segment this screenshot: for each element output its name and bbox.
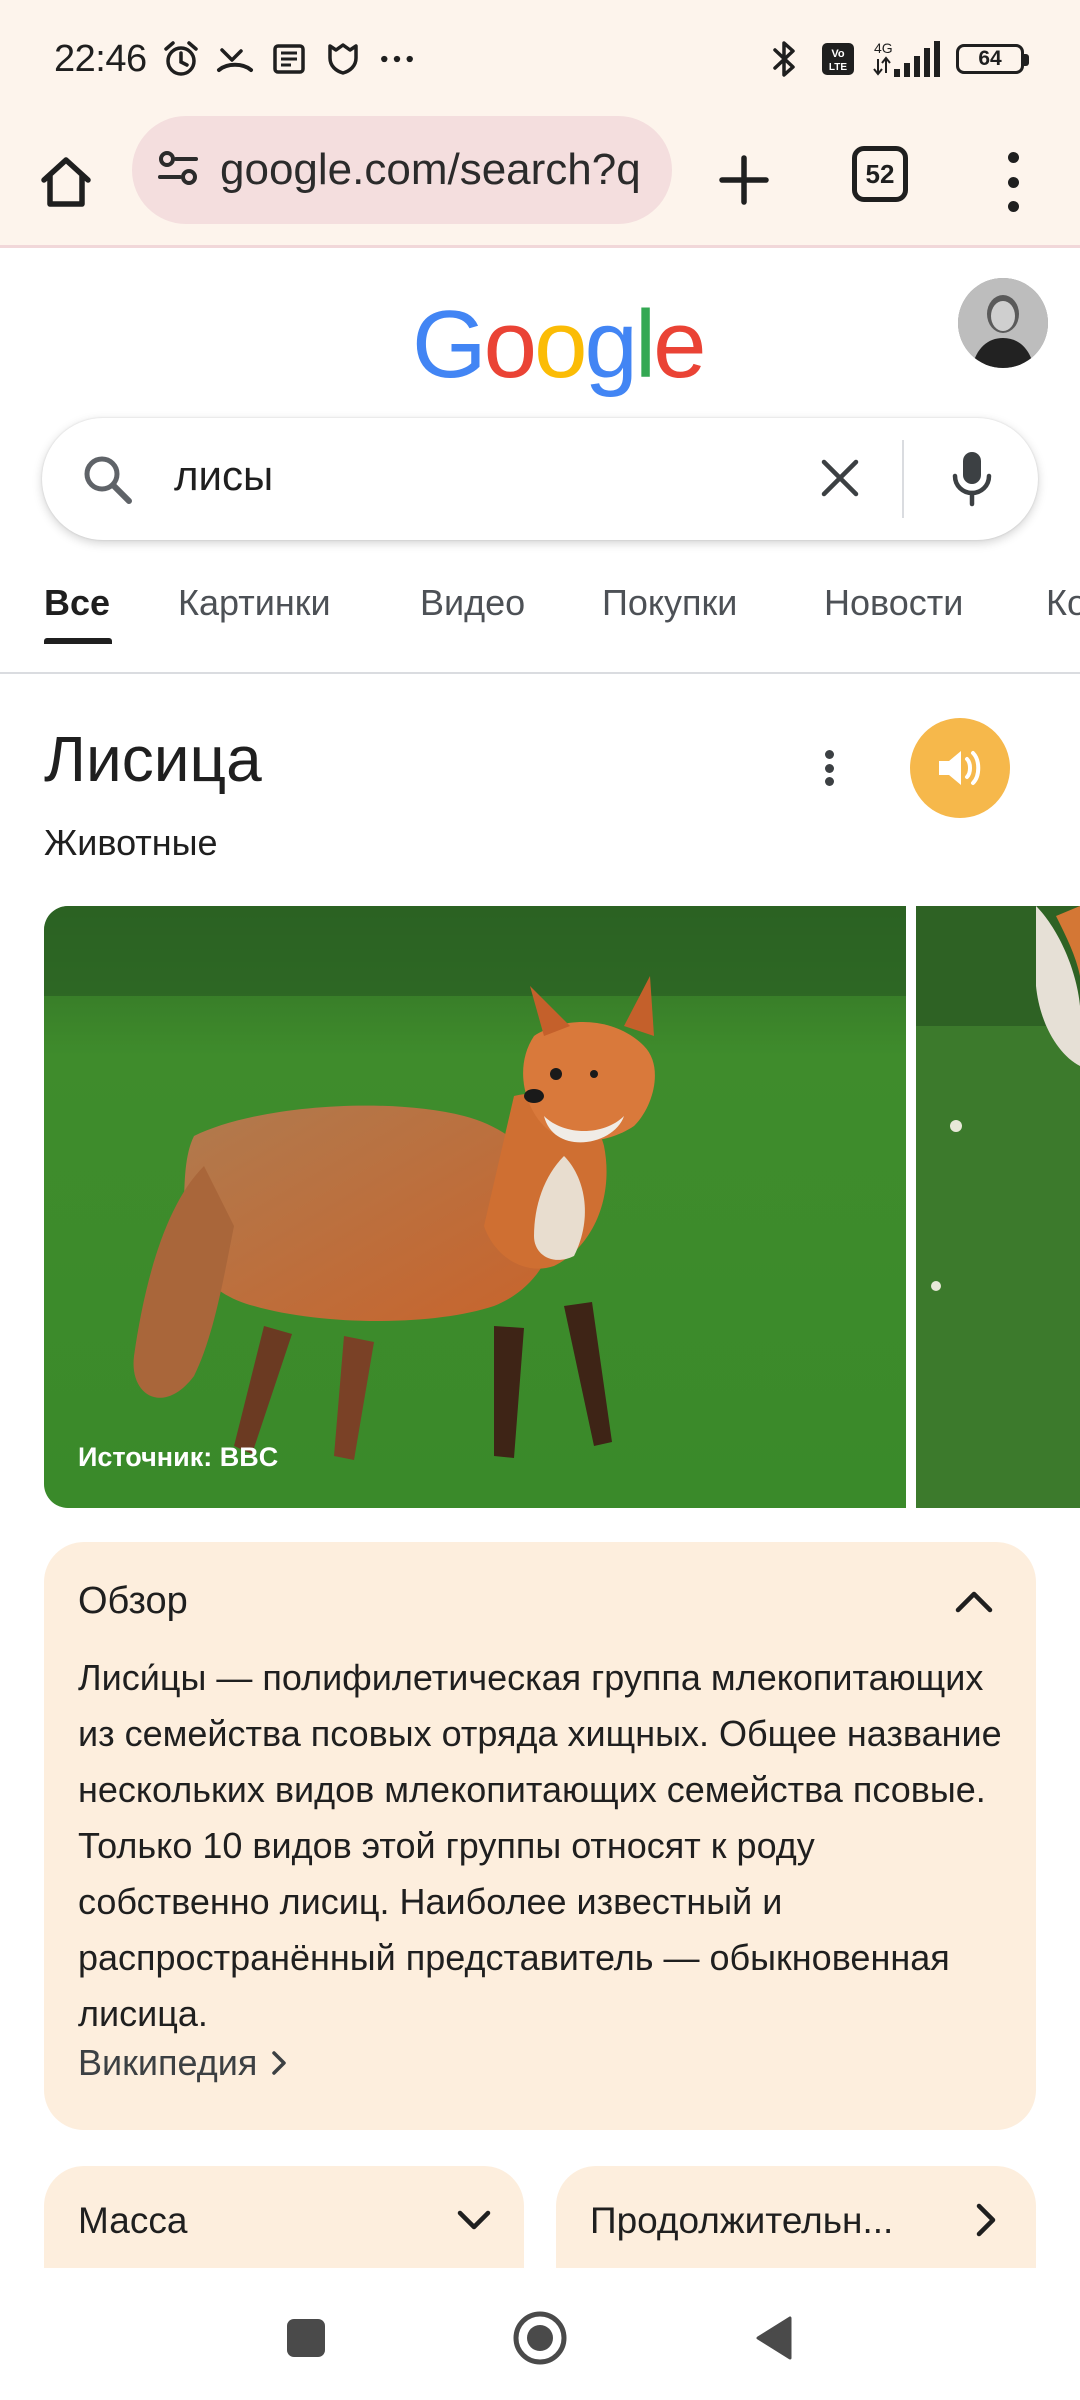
svg-text:Vo: Vo [831,48,845,60]
new-tab-button[interactable] [706,142,782,218]
network-label: 4G [874,40,893,56]
close-icon [821,459,859,497]
tab-news[interactable]: Новости [824,582,963,624]
bluetooth-icon [764,39,804,79]
circle-icon [513,2311,567,2365]
search-icon [80,452,134,506]
status-bar: 22:46 Vo LTE 4G 64 [0,0,1080,118]
search-input[interactable]: лисы [174,452,273,500]
plus-icon [719,155,769,205]
status-time: 22:46 [54,37,147,80]
home-button[interactable] [30,146,102,218]
dot [1007,201,1019,212]
dot [1007,176,1019,188]
fact-label: Продолжительн... [590,2200,894,2241]
chevron-right-icon [966,2200,1006,2240]
active-tab-indicator [44,638,112,644]
tab-images[interactable]: Картинки [178,582,331,624]
fox-image-secondary[interactable] [916,906,1080,1508]
home-icon [41,157,91,207]
tab-count: 52 [865,158,895,189]
back-triangle-icon [756,2316,792,2360]
system-navigation-bar [0,2268,1080,2400]
chevron-up-icon [955,1591,993,1613]
page-title: Лисица [44,723,262,795]
shield-icon [323,39,363,79]
google-logo[interactable]: Google [412,290,707,400]
signal-4g-icon: 4G [872,39,942,79]
url-text: google.com/search?q [220,145,641,194]
battery-icon: 64 [956,44,1029,74]
fox-image[interactable]: Источник: BBC [44,906,906,1508]
missed-call-icon [215,39,255,79]
overview-title: Обзор [78,1580,188,1622]
square-icon [287,2319,325,2357]
overview-text: Лиси́цы — полифилетическая группа млекоп… [78,1657,1002,2034]
tab-more[interactable]: Ко [1046,582,1080,624]
chevron-right-icon [272,2051,287,2075]
overview-card: Обзор Лиси́цы — полифилетическая группа … [44,1542,1036,2130]
avatar[interactable] [958,278,1048,368]
svg-text:LTE: LTE [829,62,847,73]
recent-apps-button[interactable] [276,2308,336,2368]
dot [1007,152,1019,163]
volte-icon: Vo LTE [818,39,858,79]
tab-shopping[interactable]: Покупки [602,582,737,624]
search-box[interactable]: лисы [42,418,1038,540]
image-source-label: Источник: BBC [78,1442,278,1472]
page-subtitle: Животные [44,822,218,863]
fact-card-lifespan[interactable]: Продолжительн... [556,2166,1036,2268]
search-tabs: Все Картинки Видео Покупки Новости Ко [0,576,1080,674]
browser-menu-button[interactable] [985,146,1041,218]
speaker-icon [939,751,981,785]
back-button[interactable] [744,2308,804,2368]
chevron-down-icon [454,2200,494,2240]
site-settings-icon[interactable] [154,144,202,197]
wikipedia-link-label: Википедия [78,2042,258,2083]
url-bar[interactable]: google.com/search?q [132,116,672,224]
battery-level: 64 [978,47,1002,70]
fact-card-mass[interactable]: Масса [44,2166,524,2268]
browser-toolbar: google.com/search?q 52 [0,116,1080,248]
more-notifications-icon [377,39,417,79]
fact-label: Масса [78,2200,188,2241]
search-divider [902,440,904,518]
voice-search-button[interactable] [942,448,1002,510]
news-icon [269,39,309,79]
tab-video[interactable]: Видео [420,582,525,624]
alarm-icon [161,39,201,79]
pronunciation-button[interactable] [910,718,1010,818]
microphone-icon [952,452,992,507]
tab-switcher-button[interactable]: 52 [852,146,908,202]
collapse-overview-button[interactable] [950,1582,998,1622]
clear-search-button[interactable] [812,450,868,506]
wikipedia-link[interactable]: Википедия [78,2042,291,2084]
tab-all[interactable]: Все [44,582,110,624]
home-nav-button[interactable] [510,2308,570,2368]
more-options-button[interactable] [814,744,844,792]
